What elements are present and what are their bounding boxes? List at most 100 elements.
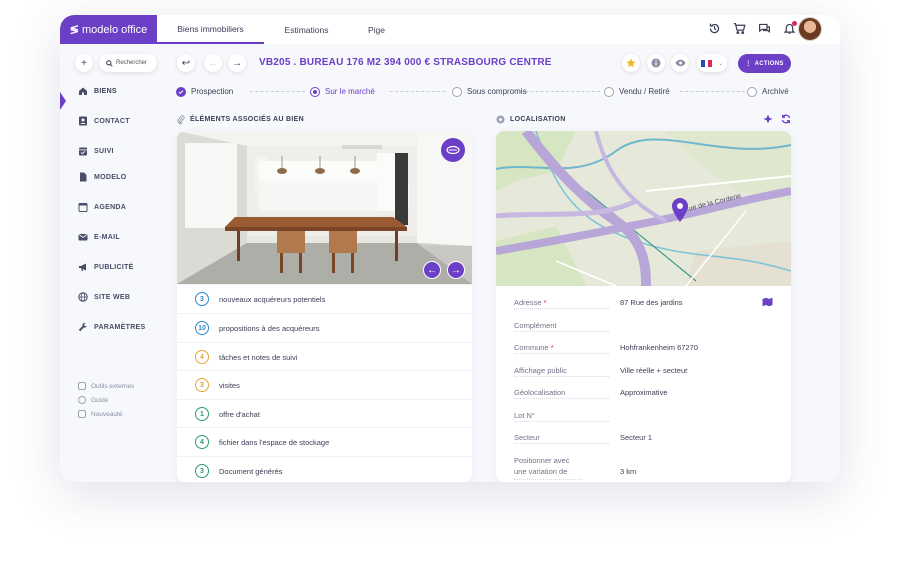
- count-badge: 3: [195, 378, 209, 392]
- label-text: Complément: [514, 321, 557, 330]
- history-icon[interactable]: [708, 22, 721, 35]
- field-label-affichage-public: Affichage public: [514, 366, 609, 377]
- avatar[interactable]: [798, 17, 822, 41]
- list-item[interactable]: 4 tâches et notes de suivi: [177, 342, 472, 371]
- logo-mark-icon: ≶: [69, 24, 79, 36]
- active-section-marker: [60, 92, 66, 110]
- field-label-secteur: Secteur: [514, 433, 609, 444]
- sidebar-item-label: PUBLICITÉ: [94, 263, 134, 271]
- sidebar-link-outils-externes[interactable]: Outils externes: [78, 380, 134, 392]
- sidebar-link-guide[interactable]: Guide: [78, 394, 108, 406]
- list-item[interactable]: 4 fichier dans l'espace de stockage: [177, 427, 472, 456]
- crosshair-icon[interactable]: [763, 114, 773, 124]
- address-field[interactable]: 87 Rue des jardins: [620, 298, 683, 307]
- associated-section-title: ÉLÉMENTS ASSOCIÉS AU BIEN: [177, 115, 304, 124]
- list-item[interactable]: 3 Document générés: [177, 456, 472, 482]
- label-text: Affichage public: [514, 366, 567, 375]
- label-text: Positionner avec une variation de: [514, 456, 570, 476]
- language-select[interactable]: ⌄: [697, 54, 727, 72]
- step-prospection[interactable]: Prospection: [176, 86, 233, 97]
- required-marker: *: [543, 298, 547, 307]
- sidebar-item-publicite[interactable]: PUBLICITÉ: [78, 260, 134, 274]
- step-vendu-retire[interactable]: Vendu / Retiré: [604, 86, 670, 97]
- variation-field[interactable]: 3 km: [620, 467, 636, 476]
- calendar-icon: [78, 203, 88, 212]
- previous-button[interactable]: ←: [204, 54, 222, 72]
- undo-button[interactable]: ↩: [177, 54, 195, 72]
- radio-icon: [604, 86, 614, 97]
- sidebar-item-email[interactable]: E-MAIL: [78, 230, 120, 244]
- refresh-icon[interactable]: [781, 114, 791, 124]
- public-display-field[interactable]: Ville réelle + secteur: [620, 366, 688, 375]
- sidebar-item-contact[interactable]: CONTACT: [78, 114, 130, 128]
- map-pin-icon[interactable]: [670, 197, 690, 223]
- step-connector: [520, 91, 600, 92]
- app-logo[interactable]: ≶ modelo office: [60, 15, 157, 44]
- location-map[interactable]: Rue de la Corderie: [496, 131, 791, 286]
- radio-icon: [747, 86, 757, 97]
- count-badge: 4: [195, 435, 209, 449]
- field-label-geolocalisation: Géolocalisation: [514, 388, 609, 399]
- check-icon: [176, 86, 186, 97]
- item-label: offre d'achat: [219, 409, 260, 419]
- list-item[interactable]: 10 propositions à des acquéreurs: [177, 313, 472, 342]
- sidebar-item-site-web[interactable]: SITE WEB: [78, 290, 130, 304]
- sidebar-item-modelo[interactable]: MODELO: [78, 170, 127, 184]
- sidebar-item-label: PARAMÈTRES: [94, 323, 146, 331]
- sector-field[interactable]: Secteur 1: [620, 433, 652, 442]
- tab-label: Pige: [367, 24, 385, 35]
- more-vertical-icon: ⋮: [745, 61, 752, 67]
- section-title-text: ÉLÉMENTS ASSOCIÉS AU BIEN: [190, 116, 304, 123]
- tab-biens-immobiliers[interactable]: Biens immobiliers: [157, 15, 264, 44]
- step-label: Sur le marché: [325, 87, 375, 96]
- count-badge: 10: [195, 321, 209, 335]
- step-archive[interactable]: Archivé: [747, 86, 789, 97]
- eye-icon: [674, 59, 686, 67]
- sidebar-link-label: Outils externes: [91, 382, 135, 390]
- top-navigation-bar: ≶ modelo office Biens immobiliers Estima…: [60, 15, 840, 44]
- photo-prev-button[interactable]: ←: [423, 261, 441, 279]
- list-item[interactable]: 1 offre d'achat: [177, 399, 472, 428]
- notification-dot: [792, 21, 797, 26]
- sidebar-item-biens[interactable]: BIENS: [78, 84, 117, 98]
- item-label: tâches et notes de suivi: [219, 352, 298, 362]
- visibility-button[interactable]: [671, 54, 689, 72]
- top-icons: [708, 21, 797, 35]
- actions-button[interactable]: ⋮ ACTIONS: [738, 54, 791, 73]
- property-photo[interactable]: ← →: [177, 131, 472, 284]
- geolocation-field[interactable]: Approximative: [620, 388, 668, 397]
- sidebar-item-label: BIENS: [94, 87, 117, 95]
- search-icon: [106, 59, 113, 67]
- document-icon: [80, 172, 87, 182]
- sidebar-item-label: MODELO: [94, 173, 127, 181]
- list-item[interactable]: 3 visites: [177, 370, 472, 399]
- search-input[interactable]: Rechercher: [99, 54, 157, 72]
- favorite-button[interactable]: [622, 54, 640, 72]
- step-sous-compromis[interactable]: Sous compromis: [452, 86, 527, 97]
- count-badge: 1: [195, 407, 209, 421]
- sidebar-item-agenda[interactable]: AGENDA: [78, 200, 126, 214]
- photo-next-button[interactable]: →: [447, 261, 465, 279]
- step-connector: [680, 91, 745, 92]
- search-placeholder: Rechercher: [116, 60, 148, 66]
- list-item[interactable]: 3 nouveaux acquéreurs potentiels: [177, 284, 472, 313]
- tab-pige[interactable]: Pige: [349, 15, 404, 44]
- commune-field[interactable]: Hohfrankenheim 67270: [620, 343, 698, 352]
- contact-icon: [79, 116, 87, 126]
- sidebar-item-suivi[interactable]: SUIVI: [78, 144, 114, 158]
- add-button[interactable]: +: [75, 54, 93, 72]
- step-label: Archivé: [762, 87, 789, 96]
- tab-estimations[interactable]: Estimations: [264, 15, 349, 44]
- sidebar-item-parametres[interactable]: PARAMÈTRES: [78, 320, 145, 334]
- cart-icon[interactable]: [733, 22, 746, 35]
- french-flag-icon: [700, 59, 712, 67]
- chat-icon[interactable]: [758, 22, 771, 35]
- sidebar-link-label: Guide: [91, 396, 109, 404]
- map-view-icon[interactable]: [762, 297, 773, 307]
- next-button[interactable]: →: [228, 54, 246, 72]
- info-button[interactable]: [647, 54, 665, 72]
- sidebar-item-label: CONTACT: [94, 117, 130, 125]
- sidebar-link-nouveaute[interactable]: Nouveauté: [78, 408, 122, 420]
- notifications[interactable]: [783, 21, 797, 35]
- step-sur-le-marche[interactable]: Sur le marché: [310, 86, 375, 97]
